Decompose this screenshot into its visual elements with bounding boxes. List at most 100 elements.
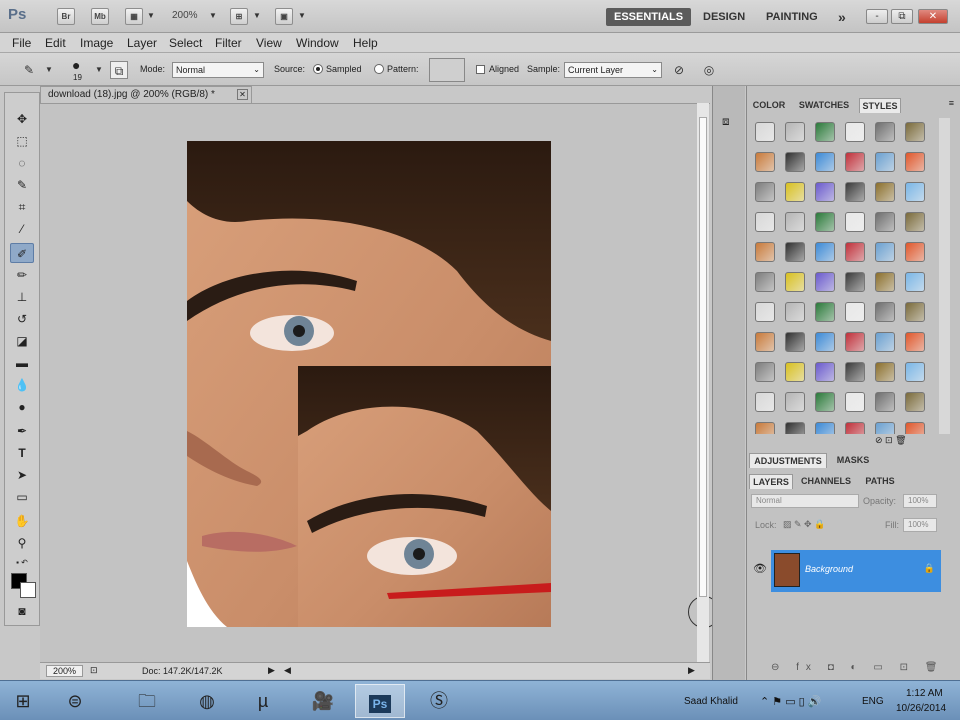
tab-color[interactable]: COLOR xyxy=(749,98,789,113)
clock-time[interactable]: 1:12 AM xyxy=(906,688,943,699)
style-preset-swatch[interactable] xyxy=(845,182,865,202)
tray-icons[interactable]: ⌃ ⚑ ▭ ▯ 🔊 xyxy=(760,695,821,708)
pressure-size-icon[interactable]: ◎ xyxy=(700,61,718,79)
menu-layer[interactable]: Layer xyxy=(127,36,157,50)
language-indicator[interactable]: ENG xyxy=(862,696,884,707)
brush-preview-icon[interactable]: ● xyxy=(72,57,80,73)
style-preset-swatch[interactable] xyxy=(875,392,895,412)
eraser-tool-icon[interactable]: ◪ xyxy=(10,331,34,351)
lasso-tool-icon[interactable]: ◌ xyxy=(10,153,34,173)
chevron-down-icon[interactable]: ▼ xyxy=(40,61,58,79)
style-preset-swatch[interactable] xyxy=(755,242,775,262)
chevron-down-icon[interactable]: ▼ xyxy=(90,61,108,79)
style-preset-swatch[interactable] xyxy=(785,242,805,262)
mini-bridge-button[interactable]: Mb xyxy=(91,8,109,25)
clone-source-panel-icon[interactable]: ⧉ xyxy=(110,61,128,79)
gradient-tool-icon[interactable]: ▬ xyxy=(10,353,34,373)
workspace-design[interactable]: DESIGN xyxy=(703,8,745,26)
style-preset-swatch[interactable] xyxy=(875,212,895,232)
style-preset-swatch[interactable] xyxy=(755,302,775,322)
file-explorer-icon[interactable]: 🗀 xyxy=(122,684,172,718)
app-icon-circle[interactable]: ⊜ xyxy=(50,684,100,718)
style-preset-swatch[interactable] xyxy=(785,422,805,434)
tab-masks[interactable]: MASKS xyxy=(831,453,875,468)
style-preset-swatch[interactable] xyxy=(815,122,835,142)
clone-stamp-tool-icon[interactable]: ⊥ xyxy=(10,287,34,307)
menu-window[interactable]: Window xyxy=(296,36,339,50)
path-selection-tool-icon[interactable]: ➤ xyxy=(10,465,34,485)
tab-channels[interactable]: CHANNELS xyxy=(797,474,855,489)
style-preset-swatch[interactable] xyxy=(815,272,835,292)
move-tool-icon[interactable]: ✥ xyxy=(10,109,34,129)
aligned-checkbox[interactable] xyxy=(476,65,485,74)
zoom-level-select[interactable]: 200% xyxy=(172,10,198,21)
extras-icon[interactable]: ▦ xyxy=(125,8,143,25)
fill-field[interactable]: 100% xyxy=(903,518,937,532)
type-tool-icon[interactable]: T xyxy=(10,443,34,463)
style-preset-swatch[interactable] xyxy=(905,122,925,142)
style-preset-swatch[interactable] xyxy=(905,362,925,382)
arrange-documents-icon[interactable]: ⊞ xyxy=(230,8,248,25)
quick-mask-icon[interactable]: ◙ xyxy=(10,601,34,621)
style-preset-swatch[interactable] xyxy=(785,332,805,352)
eyedropper-tool-icon[interactable]: ⁄ xyxy=(10,219,34,239)
crop-tool-icon[interactable]: ⌗ xyxy=(10,197,34,217)
layer-row-background[interactable]: Background 🔒 xyxy=(771,550,941,592)
style-preset-swatch[interactable] xyxy=(875,302,895,322)
ignore-adjustment-layers-icon[interactable]: ⊘ xyxy=(670,61,688,79)
quick-selection-tool-icon[interactable]: ✎ xyxy=(10,175,34,195)
photoshop-taskbar-icon[interactable]: Ps xyxy=(355,684,405,718)
spot-healing-tool-icon[interactable]: ✐ xyxy=(10,243,34,263)
hand-tool-icon[interactable]: ✋ xyxy=(10,511,34,531)
style-preset-swatch[interactable] xyxy=(785,362,805,382)
menu-file[interactable]: File xyxy=(12,36,31,50)
style-preset-swatch[interactable] xyxy=(755,362,775,382)
chevron-down-icon[interactable]: ▼ xyxy=(253,11,261,20)
marquee-tool-icon[interactable]: ⬚ xyxy=(10,131,34,151)
style-preset-swatch[interactable] xyxy=(905,182,925,202)
style-preset-swatch[interactable] xyxy=(845,302,865,322)
style-preset-swatch[interactable] xyxy=(785,392,805,412)
style-preset-swatch[interactable] xyxy=(875,332,895,352)
style-preset-swatch[interactable] xyxy=(755,152,775,172)
style-preset-swatch[interactable] xyxy=(815,362,835,382)
style-preset-swatch[interactable] xyxy=(845,392,865,412)
screen-mode-icon[interactable]: ▣ xyxy=(275,8,293,25)
style-preset-swatch[interactable] xyxy=(845,272,865,292)
sample-select[interactable]: Current Layer ⌄ xyxy=(564,62,662,78)
style-preset-swatch[interactable] xyxy=(815,242,835,262)
document-tab[interactable]: download (18).jpg @ 200% (RGB/8) * ✕ xyxy=(40,86,252,103)
style-preset-swatch[interactable] xyxy=(755,332,775,352)
style-preset-swatch[interactable] xyxy=(905,272,925,292)
history-panel-icon[interactable]: ⧈ xyxy=(722,114,730,129)
more-workspaces-button[interactable]: » xyxy=(838,8,846,26)
style-preset-swatch[interactable] xyxy=(815,152,835,172)
layers-footer-icons[interactable]: ⊖ fx ◘ ◐ ▭ ⊡ 🗑 xyxy=(771,662,944,673)
style-preset-swatch[interactable] xyxy=(815,302,835,322)
close-document-icon[interactable]: ✕ xyxy=(237,89,248,100)
menu-edit[interactable]: Edit xyxy=(45,36,66,50)
style-preset-swatch[interactable] xyxy=(875,422,895,434)
chrome-icon[interactable]: ◍ xyxy=(182,684,232,718)
zoom-field[interactable]: 200% xyxy=(46,665,84,677)
default-colors-icon[interactable]: ▪ ↶ xyxy=(10,553,34,573)
style-preset-swatch[interactable] xyxy=(785,182,805,202)
style-preset-swatch[interactable] xyxy=(875,272,895,292)
tab-swatches[interactable]: SWATCHES xyxy=(793,98,855,113)
style-preset-swatch[interactable] xyxy=(785,122,805,142)
pen-tool-icon[interactable]: ✒ xyxy=(10,421,34,441)
eye-icon[interactable]: 👁 xyxy=(753,562,767,575)
style-preset-swatch[interactable] xyxy=(845,122,865,142)
chevron-down-icon[interactable]: ▼ xyxy=(298,11,306,20)
style-preset-swatch[interactable] xyxy=(845,362,865,382)
styles-scrollbar[interactable] xyxy=(939,118,950,434)
tab-layers[interactable]: LAYERS xyxy=(749,474,793,489)
style-preset-swatch[interactable] xyxy=(905,422,925,434)
style-preset-swatch[interactable] xyxy=(785,152,805,172)
workspace-essentials[interactable]: ESSENTIALS xyxy=(606,8,692,26)
pattern-radio[interactable] xyxy=(374,64,384,74)
style-preset-swatch[interactable] xyxy=(845,242,865,262)
opacity-field[interactable]: 100% xyxy=(903,494,937,508)
scrollbar-thumb[interactable] xyxy=(699,117,707,597)
style-preset-swatch[interactable] xyxy=(785,212,805,232)
